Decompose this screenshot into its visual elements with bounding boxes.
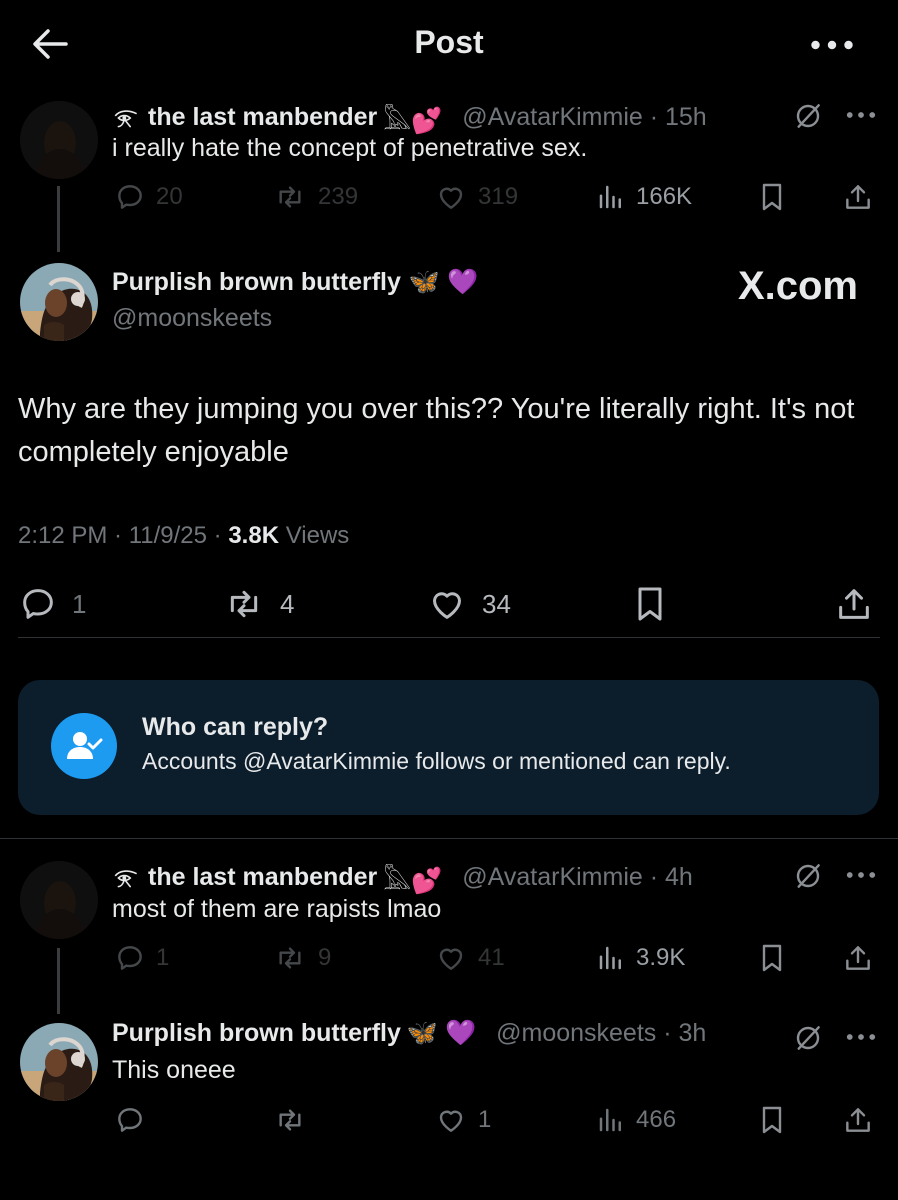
views-count: 3.8K xyxy=(228,522,280,549)
repost-count: 4 xyxy=(280,588,295,619)
views-count: 166K xyxy=(636,183,693,210)
share-icon[interactable] xyxy=(842,181,874,213)
eye-of-horus-icon xyxy=(112,107,142,129)
like-count: 34 xyxy=(482,588,511,619)
more-horizontal-icon[interactable] xyxy=(846,870,876,880)
display-name[interactable]: the last manbender xyxy=(148,863,377,892)
reply-button[interactable]: 1 xyxy=(18,584,86,624)
reply-icon xyxy=(114,1104,146,1136)
repost-button[interactable]: 239 xyxy=(272,181,358,213)
handle-time[interactable]: @moonskeets · 3h xyxy=(496,1019,706,1048)
repost-count: 239 xyxy=(318,183,359,210)
post-meta: 2:12 PM · 11/9/25 · 3.8K Views xyxy=(18,522,349,550)
share-icon[interactable] xyxy=(834,584,874,624)
name-emoji: 🦋 💜 xyxy=(408,268,479,296)
handle-time[interactable]: @AvatarKimmie · 4h xyxy=(462,863,693,892)
views-icon xyxy=(596,942,626,974)
heart-icon xyxy=(434,942,468,974)
avatar[interactable] xyxy=(20,1023,98,1101)
grok-icon[interactable] xyxy=(792,1022,824,1054)
repost-button[interactable]: 4 xyxy=(222,584,294,624)
handle[interactable]: @moonskeets xyxy=(112,304,272,333)
eye-of-horus-icon xyxy=(112,867,142,889)
heart-icon xyxy=(434,1104,468,1136)
repost-icon xyxy=(272,942,308,974)
views-button[interactable]: 466 xyxy=(596,1104,676,1136)
views-icon xyxy=(596,1104,626,1136)
heart-icon xyxy=(434,181,468,213)
views-icon xyxy=(596,181,626,213)
avatar[interactable] xyxy=(20,101,98,179)
reply-count: 1 xyxy=(72,588,87,619)
avatar[interactable] xyxy=(20,861,98,939)
avatar[interactable] xyxy=(20,263,98,341)
reply-icon xyxy=(114,181,146,213)
like-button[interactable]: 34 xyxy=(426,584,511,624)
display-name-text: Purplish brown butterfly xyxy=(112,268,401,296)
who-can-reply-body: Accounts @AvatarKimmie follows or mentio… xyxy=(142,748,731,774)
person-check-icon xyxy=(51,713,117,779)
tweet-header: the last manbender 𓅓💕 @AvatarKimmie · 4h xyxy=(112,857,693,898)
like-button[interactable]: 41 xyxy=(434,942,505,974)
repost-button[interactable]: 9 xyxy=(272,942,331,974)
reply-icon xyxy=(18,584,58,624)
display-name[interactable]: Purplish brown butterfly xyxy=(112,1019,401,1048)
like-count: 41 xyxy=(478,944,505,971)
like-button[interactable]: 1 xyxy=(434,1104,491,1136)
reply-button[interactable]: 1 xyxy=(114,942,169,974)
bookmark-icon[interactable] xyxy=(630,584,670,624)
views-button[interactable]: 166K xyxy=(596,181,692,213)
top-bar: Post xyxy=(0,0,898,90)
divider xyxy=(0,838,898,839)
more-horizontal-icon[interactable] xyxy=(810,30,854,60)
name-emoji: 𓅓💕 xyxy=(383,867,443,895)
grok-icon[interactable] xyxy=(792,860,824,892)
reply-button[interactable] xyxy=(114,1104,156,1136)
tweet-text: most of them are rapists lmao xyxy=(112,895,442,923)
heart-icon xyxy=(426,584,468,624)
repost-button[interactable] xyxy=(272,1104,318,1136)
page-title: Post xyxy=(414,24,484,60)
reply-icon xyxy=(114,942,146,974)
bookmark-icon[interactable] xyxy=(756,1104,788,1136)
post-text: Why are they jumping you over this?? You… xyxy=(18,393,855,468)
who-can-reply-title: Who can reply? xyxy=(142,713,329,741)
bookmark-icon[interactable] xyxy=(756,942,788,974)
reply-button[interactable]: 20 xyxy=(114,181,183,213)
more-horizontal-icon[interactable] xyxy=(846,1032,876,1042)
display-name[interactable]: Purplish brown butterfly 🦋 💜 xyxy=(112,268,478,297)
who-can-reply-card: Who can reply? Accounts @AvatarKimmie fo… xyxy=(18,680,879,815)
display-name[interactable]: the last manbender xyxy=(148,103,377,132)
repost-icon xyxy=(222,584,266,624)
share-icon[interactable] xyxy=(842,942,874,974)
views-count: 3.9K xyxy=(636,944,686,971)
reply-count: 20 xyxy=(156,183,183,210)
like-count: 1 xyxy=(478,1106,492,1133)
tweet-header: Purplish brown butterfly 🦋 💜 @moonskeets… xyxy=(112,1019,706,1048)
more-horizontal-icon[interactable] xyxy=(846,110,876,120)
repost-count: 9 xyxy=(318,944,332,971)
name-emoji: 🦋 💜 xyxy=(406,1019,477,1047)
views-label: Views xyxy=(279,522,350,549)
thread-line xyxy=(57,948,60,1014)
tweet-text: This oneee xyxy=(112,1056,236,1084)
repost-icon xyxy=(272,1104,308,1136)
views-button[interactable]: 3.9K xyxy=(596,942,685,974)
name-emoji: 𓅓💕 xyxy=(383,107,443,135)
reply-count: 1 xyxy=(156,944,170,971)
grok-icon[interactable] xyxy=(792,100,824,132)
watermark: X.com xyxy=(737,264,858,308)
like-count: 319 xyxy=(478,183,519,210)
divider xyxy=(18,637,880,638)
tweet-text: i really hate the concept of penetrative… xyxy=(112,134,588,162)
thread-line xyxy=(57,186,60,252)
share-icon[interactable] xyxy=(842,1104,874,1136)
like-button[interactable]: 319 xyxy=(434,181,518,213)
tweet-header: the last manbender 𓅓💕 @AvatarKimmie · 15… xyxy=(112,97,707,138)
bookmark-icon[interactable] xyxy=(756,181,788,213)
repost-icon xyxy=(272,181,308,213)
handle-time[interactable]: @AvatarKimmie · 15h xyxy=(462,103,706,132)
post-timestamp[interactable]: 2:12 PM · 11/9/25 · xyxy=(18,522,228,549)
views-count: 466 xyxy=(636,1106,677,1133)
